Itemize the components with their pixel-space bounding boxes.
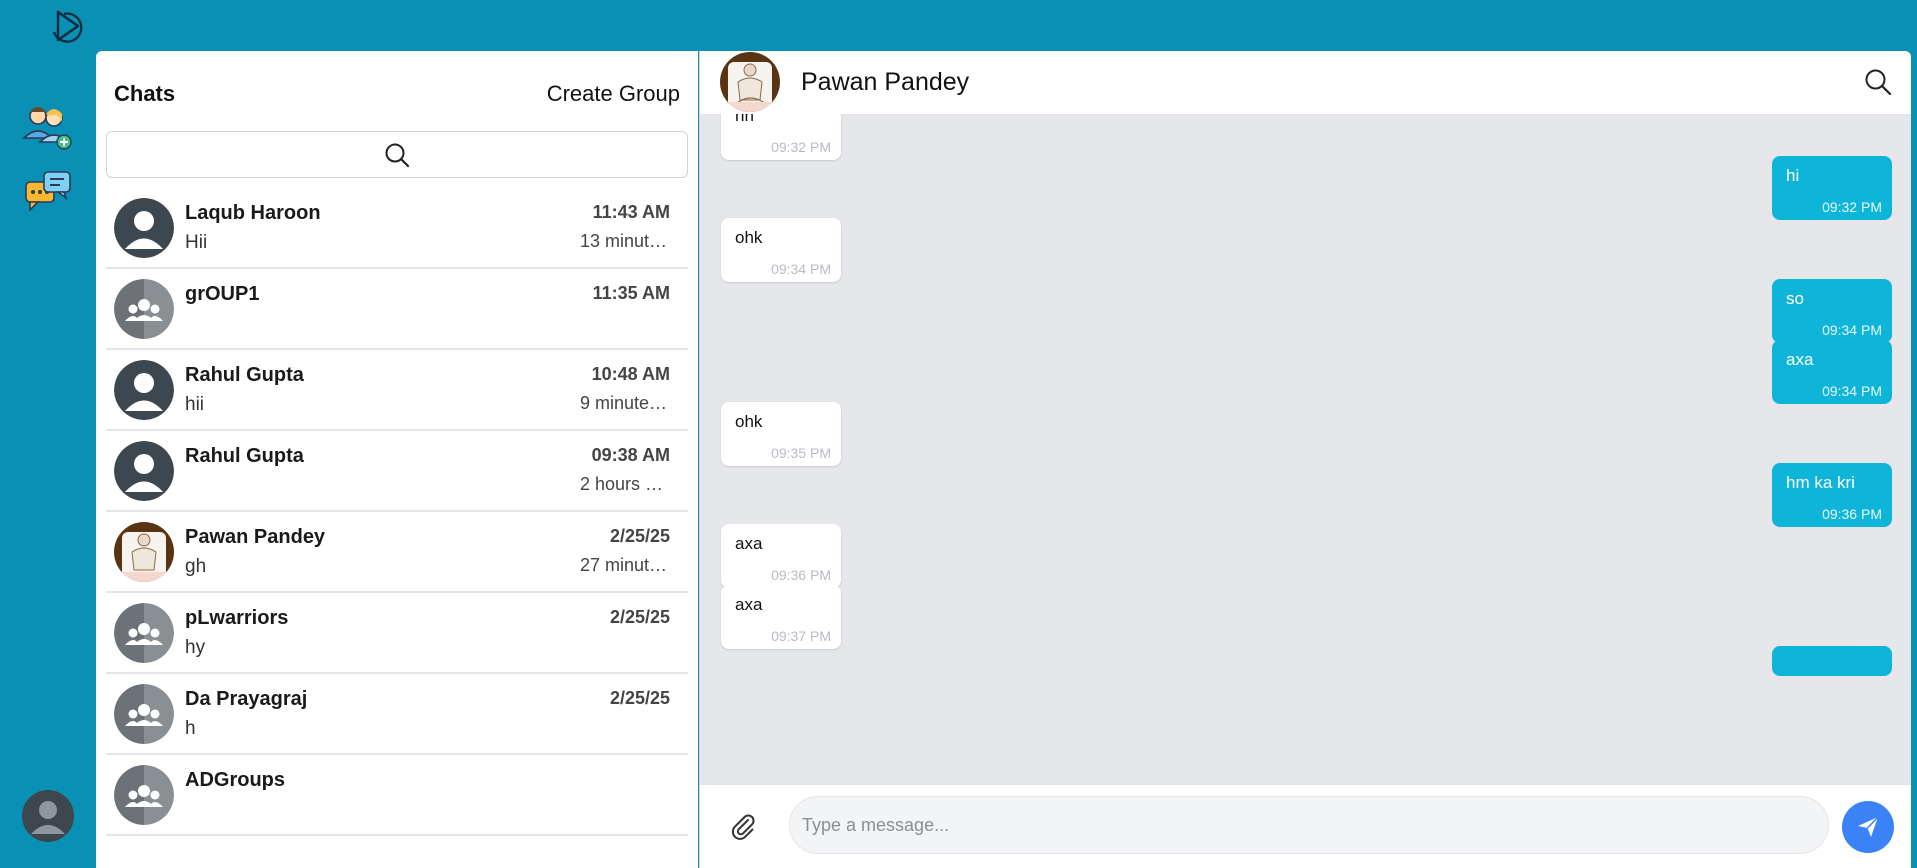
message-time: 09:32 PM bbox=[771, 139, 831, 155]
chat-name: Rahul Gupta bbox=[185, 445, 304, 467]
contact-avatar bbox=[114, 360, 174, 420]
group-avatar-icon bbox=[114, 765, 174, 825]
message-time: 09:35 PM bbox=[771, 445, 831, 461]
conversation-search-icon[interactable] bbox=[1863, 67, 1893, 102]
chat-time: 11:43 AM bbox=[592, 202, 670, 222]
chat-list: Laqub Haroon Hii 11:43 AM 13 minutes ago grO… bbox=[106, 188, 688, 836]
message-text: ohk bbox=[735, 412, 763, 431]
incoming-message[interactable]: axa 09:36 PM bbox=[721, 524, 841, 588]
chats-header: Chats Create Group bbox=[114, 79, 680, 109]
chat-relative-time: 9 minutes ago bbox=[580, 393, 670, 413]
outgoing-message[interactable]: axa 09:34 PM bbox=[1772, 340, 1892, 404]
chat-time: 2/25/25 bbox=[609, 607, 670, 627]
chat-relative-time: 27 minutes ago bbox=[580, 555, 670, 575]
chat-preview: Hii bbox=[185, 232, 208, 253]
chat-name: Pawan Pandey bbox=[185, 526, 326, 548]
group-avatar-icon bbox=[114, 603, 174, 663]
contact-avatar bbox=[114, 441, 174, 501]
chat-list-item[interactable]: Rahul Gupta hii 10:48 AM 9 minutes ago bbox=[106, 350, 688, 431]
message-text: so bbox=[1786, 289, 1804, 308]
chat-name: pLwarriors bbox=[185, 607, 289, 629]
chats-panel: Chats Create Group Laqub Haroon Hii 11:43 … bbox=[96, 51, 698, 868]
conversation-panel: Pawan Pandey hh 09:32 PM hi 09:32 PM ohk 09:3… bbox=[699, 51, 1911, 868]
chat-preview: gh bbox=[185, 556, 207, 577]
search-icon bbox=[385, 143, 410, 167]
outgoing-message[interactable] bbox=[1772, 646, 1892, 676]
paperclip-icon[interactable] bbox=[728, 811, 758, 846]
chat-preview: hy bbox=[185, 637, 206, 658]
message-time: 09:34 PM bbox=[1822, 322, 1882, 338]
chat-relative-time: 13 minutes ago bbox=[580, 231, 670, 251]
conversation-header: Pawan Pandey bbox=[700, 51, 1911, 115]
chat-time: 09:38 AM bbox=[591, 445, 670, 465]
chats-title: Chats bbox=[114, 81, 176, 106]
chat-time: 10:48 AM bbox=[591, 364, 670, 384]
chat-preview: h bbox=[185, 718, 196, 739]
outgoing-message[interactable]: hi 09:32 PM bbox=[1772, 156, 1892, 220]
incoming-message[interactable]: ohk 09:34 PM bbox=[721, 218, 841, 282]
outgoing-message[interactable]: so 09:34 PM bbox=[1772, 279, 1892, 343]
chat-time: 11:35 AM bbox=[592, 283, 670, 303]
message-time: 09:36 PM bbox=[771, 567, 831, 583]
chat-list-item[interactable]: grOUP1 11:35 AM bbox=[106, 269, 688, 350]
send-button[interactable] bbox=[1842, 801, 1894, 853]
chat-list-item[interactable]: Laqub Haroon Hii 11:43 AM 13 minutes ago bbox=[106, 188, 688, 269]
incoming-message[interactable]: axa 09:37 PM bbox=[721, 585, 841, 649]
chat-name: Rahul Gupta bbox=[185, 364, 304, 386]
message-time: 09:36 PM bbox=[1822, 506, 1882, 522]
outgoing-message[interactable]: hm ka kri 09:36 PM bbox=[1772, 463, 1892, 527]
message-composer bbox=[700, 784, 1911, 868]
create-group-button[interactable]: Create Group bbox=[547, 81, 680, 107]
user-avatar-icon[interactable] bbox=[22, 790, 74, 842]
message-text: hm ka kri bbox=[1786, 473, 1855, 492]
message-time: 09:34 PM bbox=[771, 261, 831, 277]
send-icon bbox=[1858, 816, 1879, 837]
incoming-message[interactable]: ohk 09:35 PM bbox=[721, 402, 841, 466]
chat-list-item[interactable]: Da Prayagraj h 2/25/25 bbox=[106, 674, 688, 755]
contact-avatar bbox=[114, 522, 174, 582]
contact-avatar[interactable] bbox=[720, 52, 780, 112]
message-input[interactable] bbox=[789, 796, 1829, 854]
message-text: axa bbox=[735, 534, 763, 553]
message-text: ohk bbox=[735, 228, 763, 247]
message-text: axa bbox=[1786, 350, 1814, 369]
chat-bubbles-icon[interactable] bbox=[20, 166, 76, 222]
chat-name: Laqub Haroon bbox=[185, 202, 321, 224]
play-logo-icon[interactable] bbox=[46, 6, 86, 46]
group-avatar-icon bbox=[114, 279, 174, 339]
chat-time: 2/25/25 bbox=[609, 526, 670, 546]
chat-relative-time: 2 hours ago bbox=[580, 474, 670, 494]
add-user-icon[interactable] bbox=[20, 98, 76, 154]
contact-avatar bbox=[114, 198, 174, 258]
message-time: 09:34 PM bbox=[1822, 383, 1882, 399]
message-list[interactable]: hh 09:32 PM hi 09:32 PM ohk 09:34 PM so 09:34 P… bbox=[700, 114, 1911, 785]
message-time: 09:32 PM bbox=[1822, 199, 1882, 215]
chat-list-item[interactable]: ADGroups bbox=[106, 755, 688, 836]
contact-name: Pawan Pandey bbox=[801, 68, 970, 96]
message-text: hh bbox=[735, 114, 754, 125]
chat-preview: hii bbox=[185, 394, 205, 415]
group-avatar-icon bbox=[114, 684, 174, 744]
chat-name: grOUP1 bbox=[185, 283, 260, 305]
chat-list-item[interactable]: Pawan Pandey gh 2/25/25 27 minutes ago bbox=[106, 512, 688, 593]
chat-time: 2/25/25 bbox=[609, 688, 670, 708]
chat-search-input[interactable] bbox=[106, 131, 688, 178]
message-time: 09:37 PM bbox=[771, 628, 831, 644]
chat-list-item[interactable]: pLwarriors hy 2/25/25 bbox=[106, 593, 688, 674]
message-text: axa bbox=[735, 595, 763, 614]
chat-name: Da Prayagraj bbox=[185, 688, 308, 710]
chat-list-item[interactable]: Rahul Gupta 09:38 AM 2 hours ago bbox=[106, 431, 688, 512]
message-text: hi bbox=[1786, 166, 1800, 185]
incoming-message[interactable]: hh 09:32 PM bbox=[721, 114, 841, 160]
chat-name: ADGroups bbox=[185, 769, 285, 791]
